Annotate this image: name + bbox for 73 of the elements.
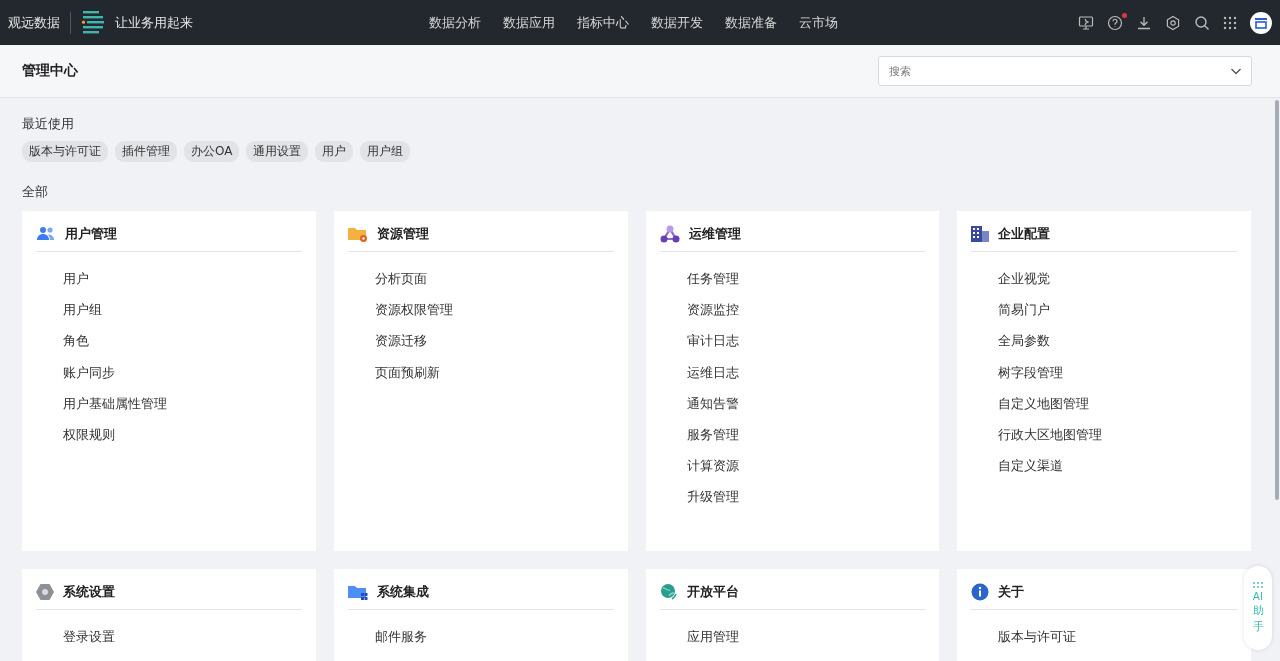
- menu-link[interactable]: 行政大区地图管理: [998, 419, 1237, 451]
- page-title: 管理中心: [22, 62, 78, 80]
- menu-link[interactable]: 简易门户: [998, 294, 1237, 326]
- settings-icon[interactable]: [1165, 14, 1181, 31]
- menu-link[interactable]: 资源监控: [686, 294, 926, 326]
- nav-tab[interactable]: 数据分析: [428, 9, 481, 36]
- hexagon-icon: [36, 584, 54, 600]
- card-title: 资源管理: [376, 225, 429, 243]
- card-title: 系统设置: [63, 583, 115, 601]
- menu-link[interactable]: 账户同步: [63, 356, 302, 388]
- menu-link[interactable]: 企业视觉: [998, 263, 1237, 295]
- recent-tag[interactable]: 用户: [315, 141, 354, 162]
- logo-icon: [81, 9, 105, 36]
- recent-tag[interactable]: 插件管理: [115, 141, 177, 162]
- dots-icon: [1253, 582, 1263, 588]
- menu-link[interactable]: 角色: [63, 325, 302, 357]
- menu-link[interactable]: 权限规则: [63, 419, 302, 451]
- menu-link[interactable]: 邮件服务: [374, 621, 614, 653]
- recent-tag[interactable]: 办公OA: [184, 141, 240, 162]
- section-title: 最近使用: [22, 116, 75, 133]
- menu-link[interactable]: 应用管理: [686, 621, 926, 653]
- menu-link[interactable]: 树字段管理: [998, 356, 1237, 388]
- menu-link[interactable]: 通知告警: [686, 387, 926, 419]
- scrollbar[interactable]: [1275, 100, 1279, 500]
- search-field[interactable]: 搜索: [878, 56, 1252, 86]
- menu-link[interactable]: 登录设置: [63, 621, 302, 653]
- menu-link[interactable]: 全局参数: [998, 325, 1237, 357]
- menu-link[interactable]: 服务管理: [686, 419, 926, 451]
- menu-link[interactable]: 用户: [63, 263, 302, 295]
- card-title: 关于: [998, 583, 1025, 601]
- help-icon[interactable]: [1107, 14, 1123, 31]
- card-title: 企业配置: [998, 225, 1051, 243]
- card-title: 开放平台: [686, 583, 739, 601]
- folder-icon: [347, 583, 368, 601]
- recent-tag[interactable]: 通用设置: [246, 141, 309, 162]
- download-icon[interactable]: [1136, 14, 1152, 31]
- menu-link[interactable]: 运维日志: [686, 356, 926, 388]
- nav-tab[interactable]: 数据开发: [650, 9, 703, 36]
- building-icon: [971, 226, 990, 242]
- nav-tab[interactable]: 数据准备: [724, 9, 777, 36]
- recent-tag[interactable]: 版本与许可证: [22, 141, 108, 162]
- menu-link[interactable]: 自定义渠道: [998, 450, 1237, 482]
- nav-tab[interactable]: 指标中心: [576, 9, 629, 36]
- folder-icon: [347, 225, 368, 243]
- card-title: 运维管理: [688, 225, 741, 243]
- slogan: 让业务用起来: [115, 13, 193, 32]
- avatar[interactable]: [1250, 11, 1272, 34]
- info-icon: [971, 583, 990, 601]
- menu-link[interactable]: 任务管理: [686, 263, 926, 295]
- menu-link[interactable]: 用户组: [63, 294, 302, 326]
- network-icon: [659, 225, 680, 243]
- menu-link[interactable]: 用户基础属性管理: [63, 387, 302, 419]
- menu-link[interactable]: 审计日志: [686, 325, 926, 357]
- menu-link[interactable]: 计算资源: [686, 450, 926, 482]
- brand-name: 观远数据: [8, 13, 60, 32]
- menu-link[interactable]: 版本与许可证: [998, 621, 1237, 653]
- apps-grid-icon[interactable]: [1223, 15, 1237, 30]
- menu-link[interactable]: 升级管理: [686, 481, 926, 513]
- users-icon: [36, 226, 56, 242]
- nav-tab[interactable]: 云市场: [798, 9, 838, 36]
- section-title: 全部: [22, 184, 49, 201]
- recent-tag[interactable]: 用户组: [360, 141, 411, 162]
- menu-link[interactable]: 资源权限管理: [374, 294, 614, 326]
- menu-link[interactable]: 自定义地图管理: [998, 387, 1237, 419]
- nav-tab[interactable]: 数据应用: [502, 9, 555, 36]
- menu-link[interactable]: 页面预刷新: [374, 356, 614, 388]
- menu-link[interactable]: 资源迁移: [374, 325, 614, 357]
- search-icon[interactable]: [1194, 14, 1210, 31]
- globe-icon: [659, 583, 678, 601]
- monitor-icon[interactable]: [1078, 14, 1094, 31]
- card-title: 系统集成: [376, 583, 429, 601]
- card-title: 用户管理: [65, 225, 117, 243]
- menu-link[interactable]: 分析页面: [374, 263, 614, 295]
